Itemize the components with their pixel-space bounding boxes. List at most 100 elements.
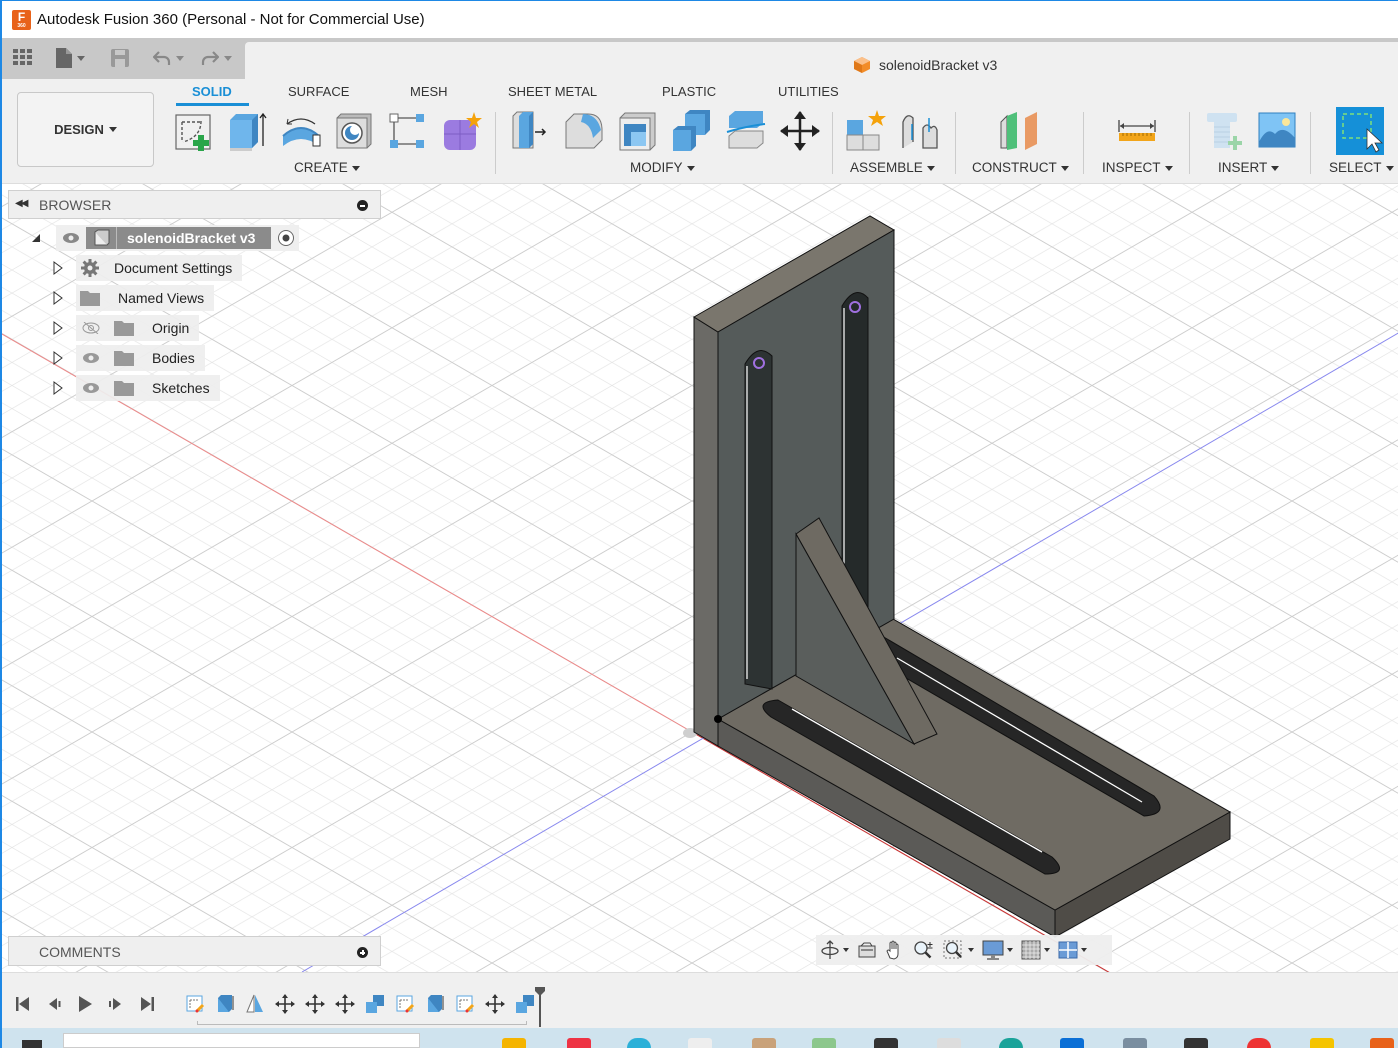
combine-button[interactable] xyxy=(671,110,713,152)
timeline-sketch-icon[interactable] xyxy=(185,994,205,1014)
offset-plane-button[interactable] xyxy=(999,110,1041,152)
create-sketch-button[interactable] xyxy=(173,110,215,152)
expand-triangle-icon[interactable] xyxy=(52,381,64,395)
select-menu[interactable]: SELECT xyxy=(1329,160,1394,175)
browser-item-bodies[interactable]: Bodies xyxy=(52,345,205,371)
split-body-button[interactable] xyxy=(725,110,767,152)
insert-canvas-button[interactable] xyxy=(1258,110,1300,152)
workspace-switcher[interactable]: DESIGN xyxy=(17,92,154,167)
hole-button[interactable] xyxy=(333,110,375,152)
construct-menu[interactable]: CONSTRUCT xyxy=(972,160,1069,175)
redo-button[interactable] xyxy=(201,48,232,68)
tab-surface[interactable]: SURFACE xyxy=(288,84,349,99)
timeline-move-icon[interactable] xyxy=(335,994,355,1014)
taskbar-app-icon[interactable] xyxy=(1370,1038,1394,1048)
tab-utilities[interactable]: UTILITIES xyxy=(778,84,839,99)
measure-button[interactable] xyxy=(1117,110,1159,152)
taskbar-app-icon[interactable] xyxy=(1123,1038,1147,1048)
start-button[interactable] xyxy=(22,1040,42,1048)
display-settings-button[interactable] xyxy=(982,939,1013,961)
activate-radio-icon[interactable] xyxy=(277,229,295,247)
add-comment-icon[interactable] xyxy=(357,947,368,958)
file-menu-button[interactable] xyxy=(56,48,85,68)
shell-button[interactable] xyxy=(617,110,659,152)
form-button[interactable] xyxy=(441,110,483,152)
document-tab[interactable]: solenoidBracket v3 xyxy=(245,42,1398,79)
timeline-sketch-icon[interactable] xyxy=(455,994,475,1014)
play-icon[interactable] xyxy=(76,995,94,1013)
insert-mcmaster-button[interactable] xyxy=(1205,110,1247,152)
zoom-button[interactable] xyxy=(913,939,935,961)
joint-button[interactable] xyxy=(899,110,941,152)
minimize-panel-icon[interactable] xyxy=(357,200,368,211)
taskbar-app-icon[interactable] xyxy=(1060,1038,1084,1048)
pattern-button[interactable] xyxy=(387,110,429,152)
taskbar-app-icon[interactable] xyxy=(752,1038,776,1048)
expand-triangle-icon[interactable] xyxy=(52,261,64,275)
save-button[interactable] xyxy=(111,48,129,68)
timeline-move-icon[interactable] xyxy=(485,994,505,1014)
taskbar-app-icon[interactable] xyxy=(627,1038,651,1048)
expand-triangle-icon[interactable] xyxy=(52,321,64,335)
pan-button[interactable] xyxy=(885,939,905,961)
extrude-button[interactable] xyxy=(226,110,268,152)
browser-item-sketches[interactable]: Sketches xyxy=(52,375,220,401)
modify-menu[interactable]: MODIFY xyxy=(630,160,695,175)
new-component-button[interactable] xyxy=(845,110,887,152)
create-menu[interactable]: CREATE xyxy=(294,160,360,175)
timeline-extrude-icon[interactable] xyxy=(215,994,235,1014)
browser-item-document-settings[interactable]: Document Settings xyxy=(52,255,243,281)
inspect-menu[interactable]: INSPECT xyxy=(1102,160,1173,175)
expand-triangle-icon[interactable] xyxy=(52,291,64,305)
step-forward-icon[interactable] xyxy=(106,995,124,1013)
taskbar-app-icon[interactable] xyxy=(999,1038,1023,1048)
look-at-button[interactable] xyxy=(857,939,877,961)
browser-item-named-views[interactable]: Named Views xyxy=(52,285,215,311)
go-to-start-icon[interactable] xyxy=(14,995,32,1013)
taskbar-app-icon[interactable] xyxy=(567,1038,591,1048)
timeline-rib-icon[interactable] xyxy=(245,994,265,1014)
browser-panel-header[interactable]: ◀◀ BROWSER xyxy=(8,190,381,219)
taskbar-app-icon[interactable] xyxy=(1184,1038,1208,1048)
grid-settings-button[interactable] xyxy=(1021,939,1050,961)
timeline-move-icon[interactable] xyxy=(305,994,325,1014)
collapse-triangle-icon[interactable] xyxy=(30,231,42,245)
taskbar-app-icon[interactable] xyxy=(688,1038,712,1048)
taskbar-app-icon[interactable] xyxy=(1310,1038,1334,1048)
press-pull-button[interactable] xyxy=(509,110,551,152)
expand-triangle-icon[interactable] xyxy=(52,351,64,365)
taskbar-app-icon[interactable] xyxy=(937,1038,961,1048)
timeline-sketch-icon[interactable] xyxy=(395,994,415,1014)
window-select-button[interactable] xyxy=(1336,107,1384,155)
comments-panel[interactable]: COMMENTS xyxy=(8,936,381,966)
browser-root-row[interactable]: solenoidBracket v3 xyxy=(30,225,300,251)
fit-button[interactable] xyxy=(943,939,974,961)
taskbar-search-box[interactable] xyxy=(63,1033,420,1048)
visibility-eye-icon[interactable] xyxy=(82,352,100,364)
undo-button[interactable] xyxy=(153,48,184,68)
insert-menu[interactable]: INSERT xyxy=(1218,160,1280,175)
taskbar-app-icon[interactable] xyxy=(502,1038,526,1048)
tab-solid[interactable]: SOLID xyxy=(192,84,232,99)
taskbar-app-icon[interactable] xyxy=(812,1038,836,1048)
tab-plastic[interactable]: PLASTIC xyxy=(662,84,716,99)
taskbar-app-icon[interactable] xyxy=(1247,1038,1271,1048)
go-to-end-icon[interactable] xyxy=(138,995,156,1013)
tab-mesh[interactable]: MESH xyxy=(410,84,448,99)
visibility-hidden-icon[interactable] xyxy=(82,322,100,334)
timeline-extrude-icon[interactable] xyxy=(425,994,445,1014)
fillet-button[interactable] xyxy=(563,110,605,152)
assemble-menu[interactable]: ASSEMBLE xyxy=(850,160,935,175)
browser-item-origin[interactable]: Origin xyxy=(52,315,200,341)
timeline-combine-icon[interactable] xyxy=(515,994,535,1014)
step-back-icon[interactable] xyxy=(46,995,64,1013)
taskbar-app-icon[interactable] xyxy=(874,1038,898,1048)
revolve-button[interactable] xyxy=(279,110,321,152)
timeline-combine-icon[interactable] xyxy=(365,994,385,1014)
visibility-eye-icon[interactable] xyxy=(82,382,100,394)
tab-sheet-metal[interactable]: SHEET METAL xyxy=(508,84,597,99)
viewports-button[interactable] xyxy=(1058,939,1087,961)
3d-viewport[interactable]: ◀◀ BROWSER solenoidBracket v3 Document S… xyxy=(2,184,1398,972)
orbit-button[interactable] xyxy=(820,939,849,961)
timeline-move-icon[interactable] xyxy=(275,994,295,1014)
